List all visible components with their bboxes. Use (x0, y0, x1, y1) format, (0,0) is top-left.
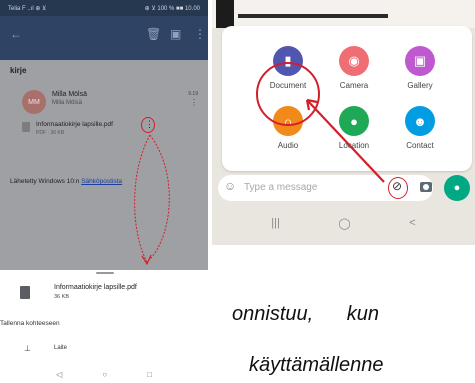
caption-line: onnistuu, kun (232, 303, 379, 325)
android-nav-bar: ||| ◯ < (212, 208, 475, 238)
nav-recents-icon[interactable]: □ (147, 370, 152, 379)
attach-option-label: Gallery (407, 81, 433, 90)
download-icon[interactable]: ⊥ (24, 344, 31, 353)
nav-home-icon[interactable]: ○ (102, 370, 107, 379)
pdf-file-icon (22, 122, 30, 132)
chat-wallpaper-strip (212, 0, 475, 28)
nav-back-icon[interactable]: < (409, 217, 415, 229)
trash-icon[interactable]: 🗑 (146, 28, 161, 40)
email-more-icon[interactable]: ⋮ (190, 98, 198, 107)
annotation-circle (256, 62, 320, 126)
more-vertical-icon[interactable]: ⋮ (194, 28, 206, 40)
avatar[interactable]: MM (22, 90, 46, 114)
microphone-button[interactable]: ● (444, 175, 470, 201)
sheet-file-name: Informaatiokirje lapsille.pdf (54, 284, 137, 291)
attach-option-contact[interactable]: ☻ Contact (392, 106, 448, 150)
nav-home-icon[interactable]: ◯ (338, 217, 350, 230)
status-carrier: Telia F ..ıl ⊕ ⊻ (8, 5, 47, 12)
status-battery: ⊕ ⊻ 100 % ■■ 10.00 (144, 5, 200, 12)
email-subject: kirje (10, 66, 27, 75)
screenshot-composite: Telia F ..ıl ⊕ ⊻ ⊕ ⊻ 100 % ■■ 10.00 ← 🗑 … (0, 0, 475, 383)
attach-option-label: Camera (339, 81, 369, 90)
message-composer: ☺ Type a message ⊘ (218, 175, 433, 201)
signature-text: Lähetetty Windows 10:n (10, 178, 82, 185)
attach-option-label: Contact (406, 141, 434, 150)
nav-recents-icon[interactable]: ||| (271, 217, 280, 229)
sheet-drag-handle[interactable] (96, 272, 114, 274)
archive-icon[interactable]: ▣ (170, 28, 181, 40)
email-time: 9.19 (188, 91, 198, 97)
attach-option-label: Audio (277, 141, 299, 150)
status-bar: Telia F ..ıl ⊕ ⊻ ⊕ ⊻ 100 % ■■ 10.00 (0, 0, 208, 16)
recipient-name: Milla Mölsä (52, 100, 83, 106)
camera-icon: ◉ (339, 46, 369, 76)
contact-icon: ☻ (405, 106, 435, 136)
save-to-device-option[interactable]: Laite (54, 345, 67, 351)
annotation-circle (141, 117, 155, 133)
attach-option-gallery[interactable]: ▣ Gallery (392, 46, 448, 90)
email-signature: Lähetetty Windows 10:n Sähköpostista (10, 178, 122, 185)
message-input[interactable]: Type a message (244, 182, 317, 193)
attachment-name: Informaatiokirje lapsille.pdf (36, 121, 113, 128)
attach-option-camera[interactable]: ◉ Camera (326, 46, 382, 90)
attach-option-label: Location (338, 141, 370, 150)
pdf-file-icon (20, 286, 30, 299)
sender-name: Milla Mölsä (52, 91, 88, 98)
save-to-heading: Tallenna kohteeseen (0, 320, 60, 327)
camera-icon[interactable] (420, 182, 432, 192)
signature-link[interactable]: Sähköpostista (81, 178, 122, 185)
whatsapp-phone-screen: ▮ Document ◉ Camera ▣ Gallery ∩ Audio ● … (212, 0, 475, 245)
email-content: kirje MM Milla Mölsä Milla Mölsä 9.19 ⋮ … (0, 60, 208, 270)
microphone-icon: ● (453, 182, 461, 194)
sheet-file-size: 36 KB (54, 294, 69, 300)
gallery-icon: ▣ (405, 46, 435, 76)
annotation-circle (388, 177, 408, 199)
caption-line: käyttämällenne (249, 354, 384, 376)
wallpaper-shape (216, 0, 234, 28)
wallpaper-shape (238, 14, 388, 18)
attach-option-location[interactable]: ● Location (326, 106, 382, 150)
android-nav-bar: ◁ ○ □ (0, 365, 208, 383)
email-phone-screen: Telia F ..ıl ⊕ ⊻ ⊕ ⊻ 100 % ■■ 10.00 ← 🗑 … (0, 0, 208, 383)
attachment-meta: PDF · 36 KB (36, 130, 65, 136)
nav-back-icon[interactable]: ◁ (56, 370, 62, 379)
bottom-sheet: Informaatiokirje lapsille.pdf 36 KB Tall… (0, 270, 208, 383)
attachment-picker: ▮ Document ◉ Camera ▣ Gallery ∩ Audio ● … (222, 26, 472, 171)
emoji-icon[interactable]: ☺ (224, 180, 236, 192)
location-pin-icon: ● (339, 106, 369, 136)
email-app-bar: ← 🗑 ▣ ⋮ (0, 16, 208, 60)
arrow-left-icon[interactable]: ← (10, 28, 22, 40)
